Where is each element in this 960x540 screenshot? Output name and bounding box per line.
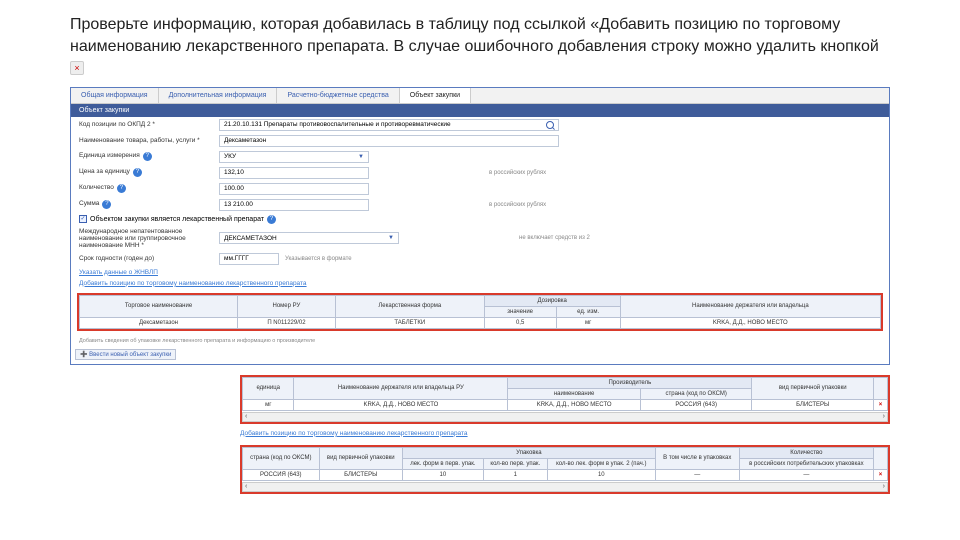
help-icon[interactable]: ? xyxy=(267,215,276,224)
help-icon[interactable]: ? xyxy=(102,200,111,209)
name-label: Наименование товара, работы, услуги * xyxy=(79,137,219,144)
mnn-label: Международное непатентованное наименован… xyxy=(79,228,219,249)
th-ru: Номер РУ xyxy=(238,295,336,317)
unit-label: Единица измерения? xyxy=(79,152,219,161)
th-dose-group: Дозировка xyxy=(484,295,620,306)
okpd-input[interactable]: 21.20.10.131 Препараты противовоспалител… xyxy=(219,119,559,131)
mnn-select[interactable]: ДЕКСАМЕТАЗОН▼ xyxy=(219,232,399,244)
section-header: Объект закупки xyxy=(71,104,889,117)
delete-row-icon[interactable]: × xyxy=(879,472,883,478)
instruction-text: Проверьте информацию, которая добавилась… xyxy=(70,16,879,55)
exp-label: Срок годности (годен до) xyxy=(79,255,219,262)
help-icon[interactable]: ? xyxy=(117,184,126,193)
price-input[interactable]: 132,10 xyxy=(219,167,369,179)
th-form: Лекарственная форма xyxy=(335,295,484,317)
th-holder2: Наименование держателя или владельца РУ xyxy=(294,377,508,399)
th-inpack: В том числе в упаковках xyxy=(655,447,739,469)
th-c5: кол-во лек. форм в упак. 2 (пач.) xyxy=(547,458,655,469)
table-row[interactable]: Дексаметазон П N011229/02 ТАБЛЕТКИ 0,5 м… xyxy=(80,317,881,328)
tab-object[interactable]: Объект закупки xyxy=(400,88,471,103)
main-panel: Общая информация Дополнительная информац… xyxy=(70,87,890,365)
drug-checkbox-label: Объектом закупки является лекарственный … xyxy=(90,216,264,223)
th-prod-name: наименование xyxy=(508,388,641,399)
help-icon[interactable]: ? xyxy=(143,152,152,161)
add-trade-position-link-2[interactable]: Добавить позицию по торговому наименован… xyxy=(240,430,468,437)
drug-checkbox[interactable]: ✓ xyxy=(79,215,87,223)
table-row[interactable]: мг KRKA, Д.Д., НОВО МЕСТО KRKA, Д.Д., НО… xyxy=(243,399,888,410)
producer-table: единица Наименование держателя или владе… xyxy=(240,375,890,424)
price-hint: в российских рублях xyxy=(489,170,546,176)
help-icon[interactable]: ? xyxy=(133,168,142,177)
scroll-left-icon: ‹ xyxy=(245,413,247,420)
th-country2: страна (код по ОКСМ) xyxy=(243,447,320,469)
hscrollbar[interactable]: ‹› xyxy=(242,412,888,422)
qty-label: Количество? xyxy=(79,184,219,193)
scroll-right-icon: › xyxy=(883,413,885,420)
th-c7: в российских потребительских упаковках xyxy=(739,458,873,469)
exp-hint: Указывается в формате xyxy=(285,256,352,262)
sum-input[interactable]: 13 210.00 xyxy=(219,199,369,211)
scroll-right-icon: › xyxy=(883,483,885,490)
mnn-hint: не включает средств из 2 xyxy=(519,235,590,241)
th-c3: лек. форм в перв. упак. xyxy=(402,458,483,469)
th-qty-group: Количество xyxy=(739,447,873,458)
tab-additional[interactable]: Дополнительная информация xyxy=(159,88,278,103)
sum-hint: в российских рублях xyxy=(489,202,546,208)
th-unit: единица xyxy=(243,377,294,399)
table-row[interactable]: РОССИЯ (643) БЛИСТЕРЫ 10 1 10 — — × xyxy=(243,469,888,480)
th-c4: кол-во перв. упак. xyxy=(483,458,547,469)
qty-input[interactable]: 100.00 xyxy=(219,183,369,195)
search-icon[interactable] xyxy=(546,121,554,129)
add-new-object-button[interactable]: ➕ Ввести новый объект закупки xyxy=(75,349,176,360)
scroll-left-icon: ‹ xyxy=(245,483,247,490)
chevron-down-icon: ▼ xyxy=(388,235,394,241)
page-instruction: Проверьте информацию, которая добавилась… xyxy=(0,0,960,87)
add-link-row: Добавить позицию по торговому наименован… xyxy=(240,430,890,437)
okpd-label: Код позиции по ОКПД 2 * xyxy=(79,121,219,128)
tab-general[interactable]: Общая информация xyxy=(71,88,159,103)
th-producer-group: Производитель xyxy=(508,377,752,388)
th-pack2: вид первичной упаковки xyxy=(319,447,402,469)
trade-name-table: Торговое наименование Номер РУ Лекарстве… xyxy=(77,293,883,331)
exp-input[interactable]: мм.ГГГГ xyxy=(219,253,279,265)
hscrollbar[interactable]: ‹› xyxy=(242,482,888,492)
sub-note: Добавить сведения об упаковке лекарствен… xyxy=(71,337,889,345)
jnvlp-link[interactable]: Указать данные о ЖНВЛП xyxy=(79,269,158,276)
unit-select[interactable]: УКУ▼ xyxy=(219,151,369,163)
th-country: страна (код по ОКСМ) xyxy=(640,388,751,399)
chevron-down-icon: ▼ xyxy=(358,154,364,160)
th-dose-val: значение xyxy=(484,306,556,317)
add-trade-position-link[interactable]: Добавить позицию по торговому наименован… xyxy=(79,280,307,287)
name-input[interactable]: Дексаметазон xyxy=(219,135,559,147)
tab-bar: Общая информация Дополнительная информац… xyxy=(71,88,889,104)
delete-row-icon[interactable]: × xyxy=(879,402,883,408)
th-pack-group: Упаковка xyxy=(402,447,655,458)
th-holder: Наименование держателя или владельца xyxy=(620,295,880,317)
th-trade: Торговое наименование xyxy=(80,295,238,317)
delete-row-icon: × xyxy=(70,61,84,75)
sum-label: Сумма? xyxy=(79,200,219,209)
packaging-table: страна (код по ОКСМ) вид первичной упако… xyxy=(240,445,890,494)
th-dose-unit: ед. изм. xyxy=(556,306,620,317)
price-label: Цена за единицу? xyxy=(79,168,219,177)
th-pack: вид первичной упаковки xyxy=(752,377,874,399)
tab-budget[interactable]: Расчетно-бюджетные средства xyxy=(277,88,399,103)
